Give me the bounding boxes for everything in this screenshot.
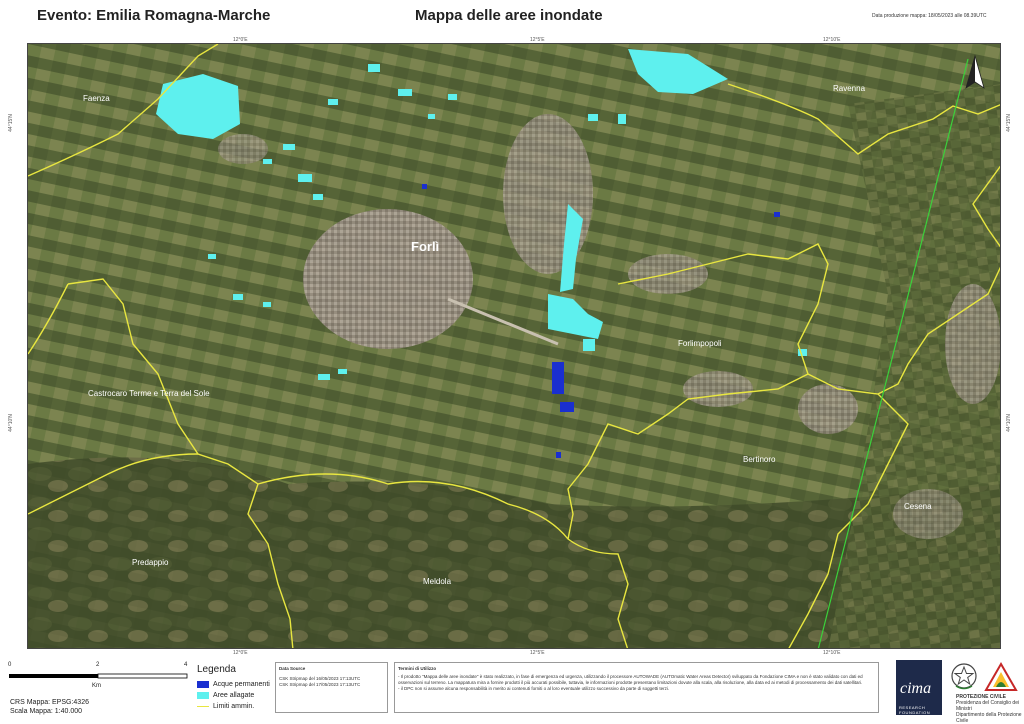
production-date: Data produzione mappa: 18/05/2023 alle 0… [872, 13, 987, 19]
flood-map[interactable]: Faenza Ravenna Forlì Forlimpopoli Castro… [27, 43, 1001, 649]
protezione-civile-logo-icon [984, 662, 1018, 691]
left-coord-2: 44°10'N [7, 414, 14, 432]
place-meldola: Meldola [423, 577, 452, 586]
terms-p1: - Il prodotto "Mappa delle aree inondate… [398, 674, 863, 685]
scale-tick-2: 2 [96, 662, 100, 668]
data-source-title: Data Source [279, 666, 306, 671]
left-coord-1: 44°15'N [7, 114, 14, 132]
cima-logo-text: cima [900, 680, 932, 697]
bottom-coord-1: 12°0'E [233, 650, 248, 656]
pc-line3: Dipartimento della Protezione Civile [956, 712, 1022, 724]
event-title: Evento: Emilia Romagna-Marche [37, 7, 271, 24]
crs-line: CRS Mappa: EPSG:4326 [10, 699, 89, 706]
protezione-civile-text: PROTEZIONE CIVILE Presidenza del Consigl… [956, 694, 1024, 724]
scale-tick-0: 0 [8, 662, 12, 668]
terms-title: Termini di Utilizzo [398, 666, 437, 671]
satellite-map-svg: Faenza Ravenna Forlì Forlimpopoli Castro… [28, 44, 1000, 648]
right-coord-1: 44°15'N [1005, 114, 1012, 132]
terms-p2: - il DPC non si assume alcuna responsabi… [398, 686, 670, 691]
legend-label-permanent: Acque permanenti [213, 681, 270, 688]
scale-tick-4: 4 [184, 662, 188, 668]
data-source-line2: CSK Stripmap del 17/05/2023 17:13UTC [279, 682, 361, 687]
terms-box: Termini di Utilizzo - Il prodotto "Mappa… [394, 662, 879, 713]
scale-unit: Km [92, 683, 101, 689]
place-cesena: Cesena [904, 502, 932, 511]
place-faenza: Faenza [83, 94, 110, 103]
place-forlimpopoli: Forlimpopoli [678, 339, 722, 348]
legend-label-limits: Limiti ammin. [213, 703, 255, 710]
legend-swatch-limits [197, 706, 209, 707]
cima-logo-sub: RESEARCH FOUNDATION [899, 705, 931, 715]
place-ravenna: Ravenna [833, 84, 866, 93]
place-forli: Forlì [411, 239, 439, 254]
place-predappio: Predappio [132, 558, 169, 567]
bottom-coord-2: 12°5'E [530, 650, 545, 656]
legend-label-flooded: Aree allagate [213, 692, 255, 699]
map-title: Mappa delle aree inondate [415, 7, 603, 24]
data-source-box: Data Source CSK Stripmap del 16/05/2023 … [275, 662, 388, 713]
crs-info: CRS Mappa: EPSG:4326 Scala Mappa: 1:40.0… [10, 698, 89, 716]
bottom-coord-3: 12°10'E [823, 650, 841, 656]
scale-line: Scala Mappa: 1:40.000 [10, 708, 82, 715]
legend-item-permanent: Acque permanenti [197, 680, 270, 689]
legend-swatch-flooded [197, 692, 209, 699]
place-bertinoro: Bertinoro [743, 455, 776, 464]
legend-item-limits: Limiti ammin. [197, 702, 254, 711]
legend-title: Legenda [197, 664, 236, 675]
legend-item-flooded: Aree allagate [197, 691, 254, 700]
italian-emblem-icon [951, 663, 977, 690]
cima-logo: cima RESEARCH FOUNDATION [896, 660, 942, 715]
legend-swatch-permanent [197, 681, 209, 688]
place-castrocaro: Castrocaro Terme e Terra del Sole [88, 389, 210, 398]
pc-line2: Presidenza del Consiglio dei Ministri [956, 700, 1020, 712]
right-coord-2: 44°10'N [1005, 414, 1012, 432]
